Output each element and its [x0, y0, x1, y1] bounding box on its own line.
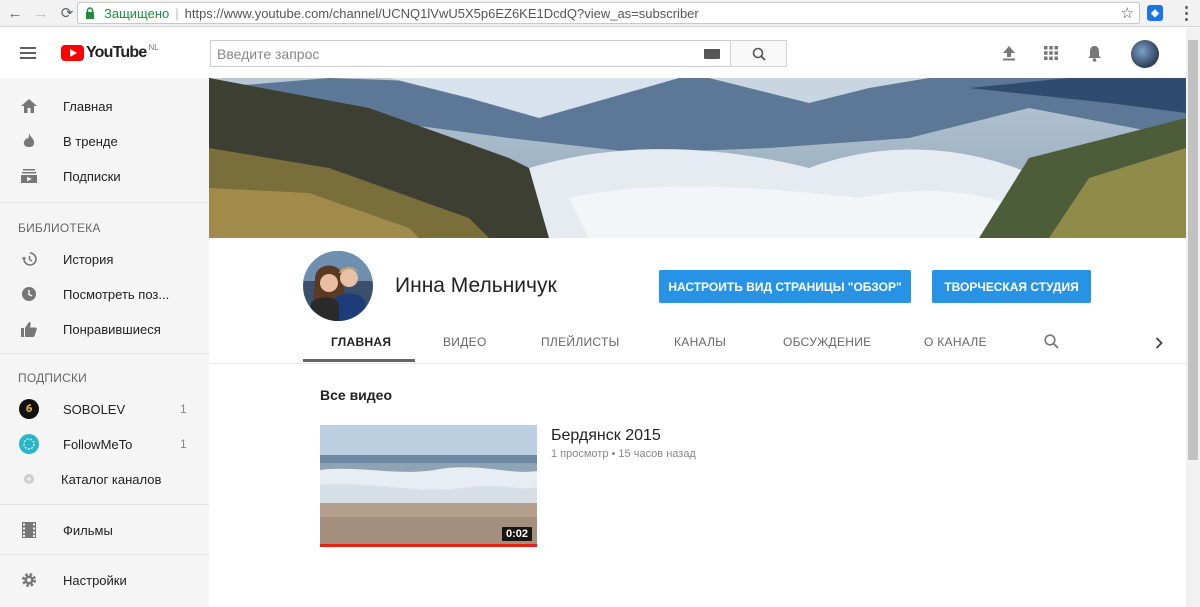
notifications-bell-icon[interactable] [1085, 44, 1103, 62]
sidebar-item-label: Подписки [63, 168, 121, 184]
library-heading: БИБЛИОТЕКА [18, 221, 101, 235]
sidebar-item-label: Каталог каналов [61, 471, 162, 487]
home-icon [20, 97, 38, 115]
sidebar-item-label: В тренде [63, 133, 118, 149]
search-box [210, 40, 731, 67]
account-avatar[interactable] [1131, 40, 1159, 68]
sidebar-item-history[interactable]: История [0, 242, 209, 276]
history-icon [20, 250, 38, 268]
tab-playlists[interactable]: ПЛЕЙЛИСТЫ [541, 335, 620, 349]
watched-progress-bar [320, 544, 537, 547]
film-icon [20, 521, 38, 539]
extension-shield-icon[interactable]: ◆ [1147, 5, 1163, 21]
sidebar-item-label: Главная [63, 98, 113, 114]
customize-overview-button[interactable]: НАСТРОИТЬ ВИД СТРАНИЦЫ "ОБЗОР" [659, 270, 911, 303]
search-button[interactable] [730, 40, 787, 67]
browser-menu-icon[interactable] [1178, 4, 1194, 22]
url-separator: | [175, 5, 179, 21]
section-title[interactable]: Все видео [320, 387, 392, 403]
search-input[interactable] [211, 45, 691, 62]
tab-channels[interactable]: КАНАЛЫ [674, 335, 726, 349]
followmeto-channel-avatar [19, 434, 39, 454]
channel-header: Инна Мельничук НАСТРОИТЬ ВИД СТРАНИЦЫ "О… [209, 238, 1186, 363]
sidebar-item-label: Фильмы [63, 522, 113, 538]
sidebar-divider [0, 353, 209, 354]
back-arrow-icon[interactable]: ← [4, 2, 26, 24]
video-thumbnail[interactable]: 0:02 [320, 425, 537, 547]
thumbs-up-icon [20, 320, 38, 338]
reload-icon[interactable]: ⟳ [56, 2, 78, 24]
new-video-count: 1 [180, 437, 187, 451]
upload-icon[interactable] [1000, 44, 1018, 62]
logo-text: YouTube [86, 44, 147, 61]
tab-discussion[interactable]: ОБСУЖДЕНИЕ [783, 335, 871, 349]
subscriptions-icon [20, 167, 38, 185]
sidebar-item-label: SOBOLEV [63, 401, 126, 417]
sidebar-item-trending[interactable]: В тренде [0, 124, 209, 158]
sidebar-item-movies[interactable]: Фильмы [0, 513, 209, 547]
sidebar-divider [0, 202, 209, 203]
sidebar-item-label: FollowMeTo [63, 436, 133, 452]
guide-menu-icon[interactable] [20, 47, 36, 59]
sidebar-divider [0, 554, 209, 555]
sidebar-item-label: Посмотреть поз... [63, 286, 170, 302]
sidebar-item-home[interactable]: Главная [0, 89, 209, 123]
sidebar-item-settings[interactable]: Настройки [0, 563, 209, 597]
gear-icon [20, 571, 38, 589]
tab-about[interactable]: О КАНАЛЕ [924, 335, 987, 349]
sidebar-item-label: История [63, 251, 114, 267]
tab-videos[interactable]: ВИДЕО [443, 335, 487, 349]
youtube-masthead: YouTube NL [0, 28, 1186, 78]
sobolev-channel-avatar [19, 399, 39, 419]
channel-content: Все видео 0:02 Бердянск 2015 1 просмотр … [209, 363, 1186, 607]
chevron-right-icon[interactable] [1155, 336, 1163, 354]
browser-toolbar: ← → ⟳ Защищено | https://www.youtube.com… [0, 0, 1200, 27]
new-video-count: 1 [180, 402, 187, 416]
bookmark-star-icon[interactable]: ☆ [1121, 4, 1134, 22]
video-title[interactable]: Бердянск 2015 [551, 427, 661, 445]
youtube-logo[interactable]: YouTube NL [61, 42, 159, 62]
search-icon [752, 47, 766, 61]
subscriptions-heading: ПОДПИСКИ [18, 371, 87, 385]
channel-banner [209, 78, 1186, 238]
guide-sidebar: Главная В тренде Подписки БИБЛИОТЕКА Ист… [0, 78, 209, 607]
trending-flame-icon [20, 132, 38, 150]
sidebar-item-channel-catalog[interactable]: Каталог каналов [0, 462, 209, 496]
channel-avatar[interactable] [303, 251, 373, 321]
channel-search-icon[interactable] [1044, 334, 1059, 354]
watch-later-clock-icon [20, 285, 38, 303]
channel-name: Инна Мельничук [395, 274, 557, 297]
active-tab-indicator [303, 359, 415, 362]
sidebar-item-watch-later[interactable]: Посмотреть поз... [0, 277, 209, 311]
sidebar-item-label: Настройки [63, 572, 127, 588]
sidebar-item-channel[interactable]: FollowMeTo 1 [0, 427, 209, 461]
secure-label: Защищено [104, 5, 170, 21]
sidebar-item-liked[interactable]: Понравившиеся [0, 312, 209, 346]
apps-grid-icon[interactable] [1042, 44, 1060, 62]
keyboard-icon[interactable] [704, 49, 720, 59]
page-scrollbar[interactable] [1186, 28, 1200, 607]
add-circle-icon [20, 470, 38, 488]
scrollbar-thumb[interactable] [1188, 40, 1198, 460]
sidebar-divider [0, 504, 209, 505]
sidebar-item-channel[interactable]: SOBOLEV 1 [0, 392, 209, 426]
tab-home[interactable]: ГЛАВНАЯ [331, 335, 391, 349]
region-code: NL [148, 42, 159, 52]
sidebar-item-label: Понравившиеся [63, 321, 161, 337]
url-text[interactable]: https://www.youtube.com/channel/UCNQ1lVw… [185, 6, 699, 21]
creator-studio-button[interactable]: ТВОРЧЕСКАЯ СТУДИЯ [932, 270, 1091, 303]
forward-arrow-icon[interactable]: → [30, 2, 52, 24]
sidebar-item-subscriptions[interactable]: Подписки [0, 159, 209, 193]
video-metadata: 1 просмотр • 15 часов назад [551, 448, 696, 460]
youtube-play-icon [61, 45, 84, 61]
address-bar[interactable]: Защищено | https://www.youtube.com/chann… [77, 2, 1140, 24]
video-duration: 0:02 [501, 527, 532, 541]
lock-icon [85, 6, 99, 20]
